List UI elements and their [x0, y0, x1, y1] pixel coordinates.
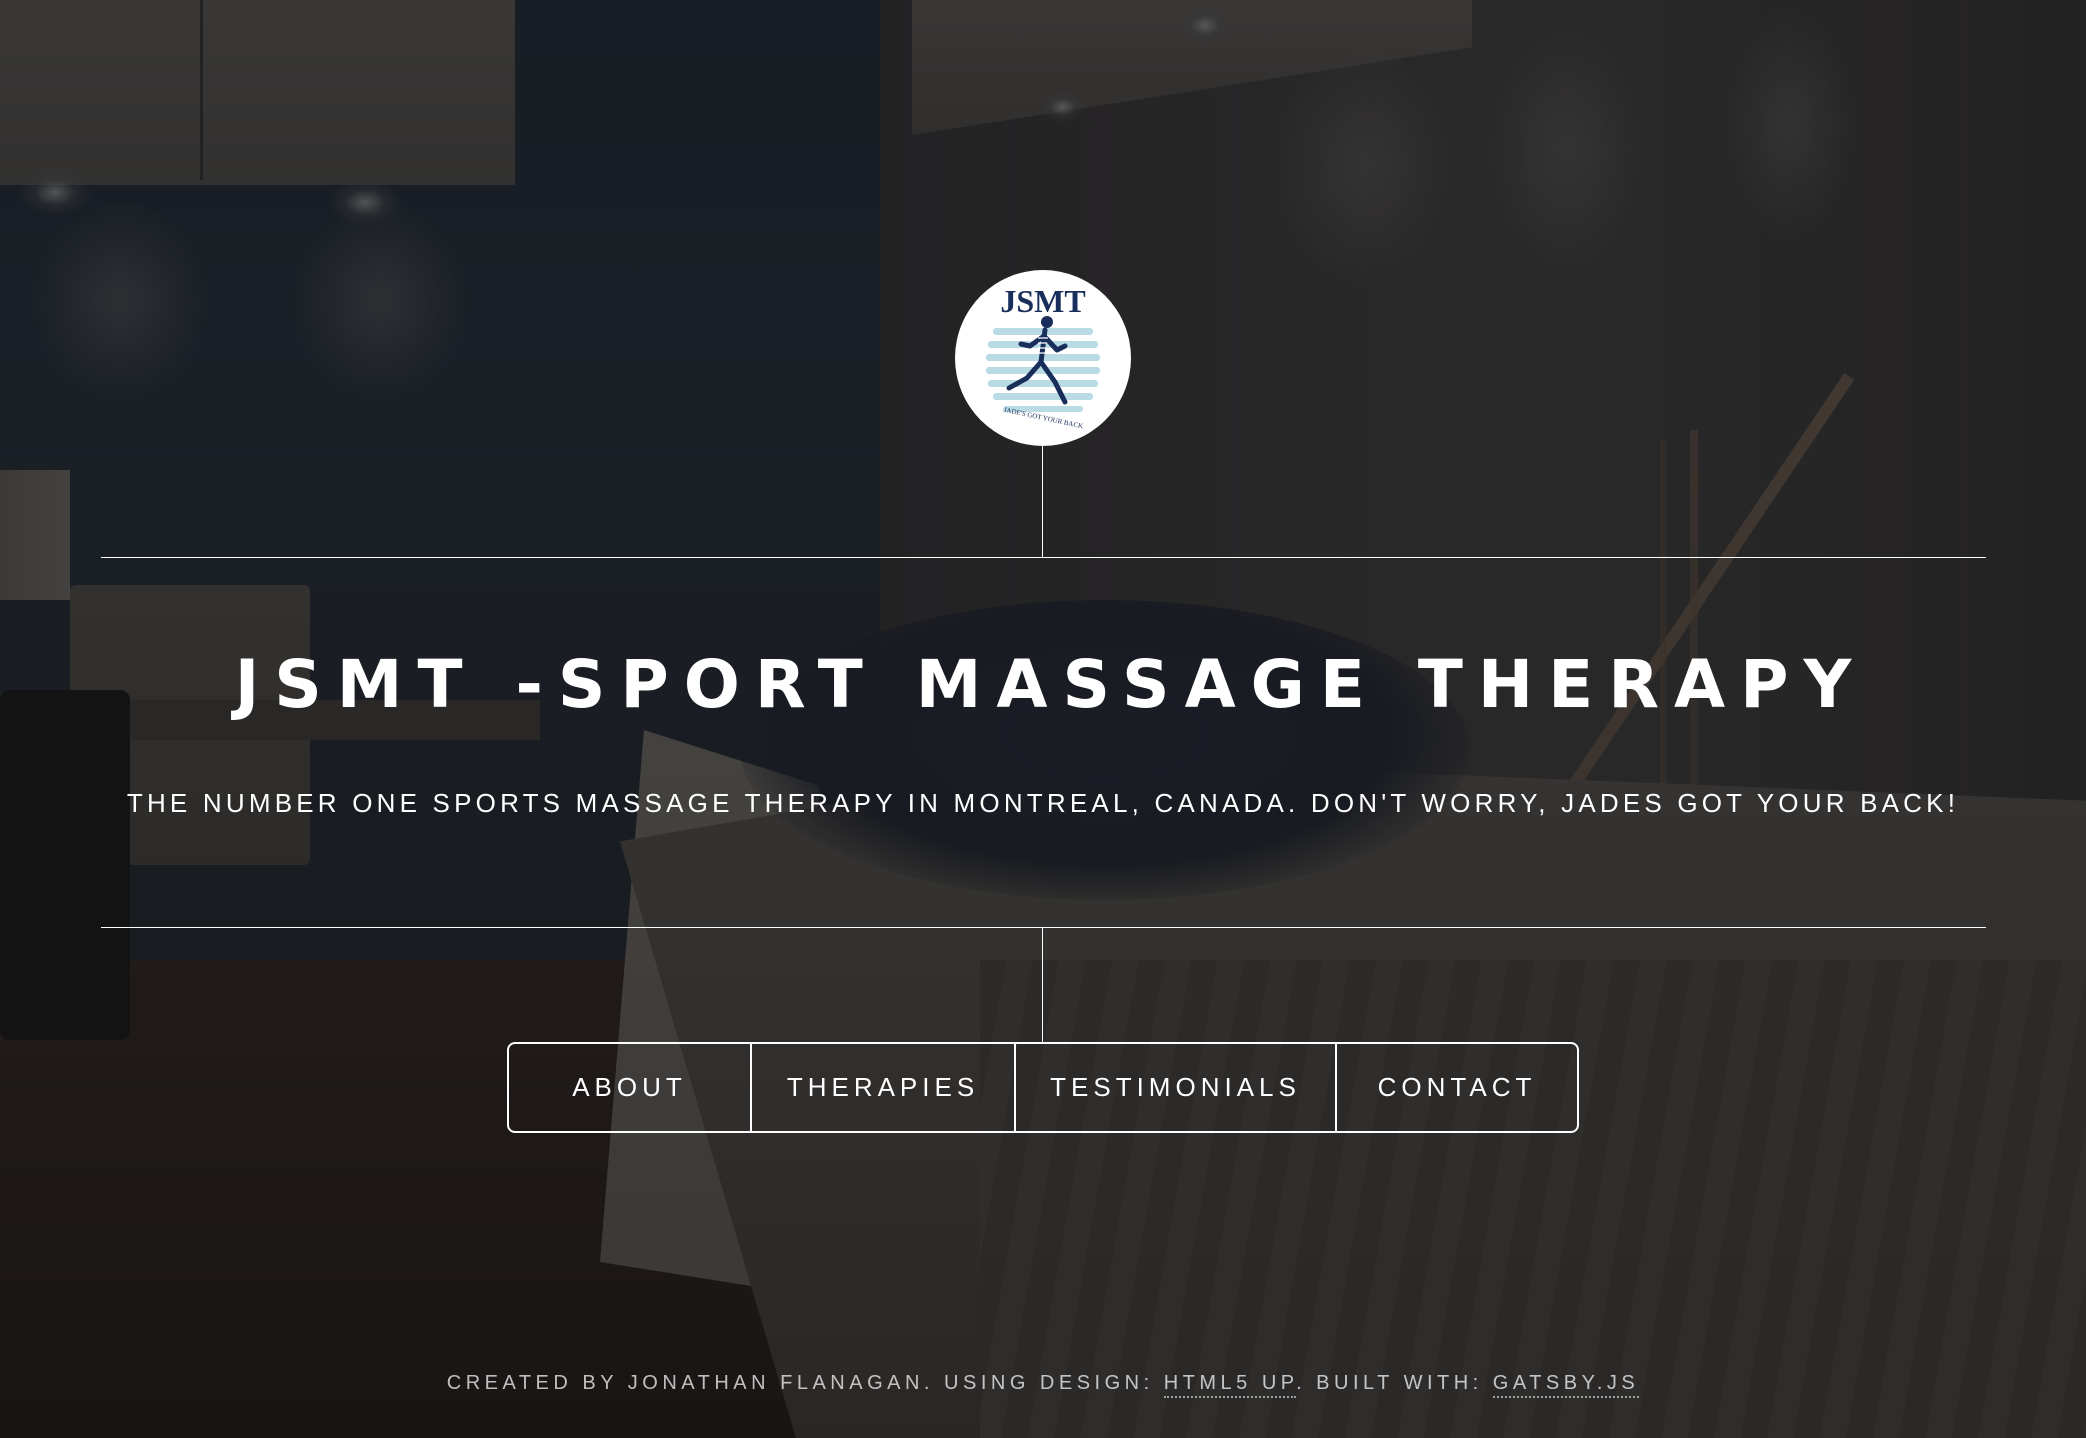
gatsby-link[interactable]: Gatsby.js [1492, 1372, 1640, 1398]
nav-item-about[interactable]: About [509, 1044, 750, 1131]
nav-item-contact[interactable]: Contact [1335, 1044, 1577, 1131]
html5up-link[interactable]: HTML5 UP [1163, 1372, 1297, 1398]
site-title: JSMT -Sport Massage Therapy [234, 646, 1867, 723]
site-logo: JSMT JADE'S GOT YOUR BACK [955, 270, 1131, 446]
site-tagline: The number one sports massage therapy in… [126, 788, 1960, 818]
footer-created-by: Created by Jonathan Flanagan. Using desi… [446, 1372, 1164, 1394]
page: JSMT JADE'S GOT YOUR BACK JSMT -Sport Ma… [0, 0, 2086, 1438]
header-divider-bottom [101, 927, 1986, 928]
runner-skeleton-icon: JSMT JADE'S GOT YOUR BACK [986, 283, 1100, 430]
logo-connector-line [1042, 446, 1043, 557]
nav-item-therapies[interactable]: Therapies [750, 1044, 1014, 1131]
nav-item-testimonials[interactable]: Testimonials [1014, 1044, 1335, 1131]
footer-built-with: . Built with: [1296, 1372, 1493, 1394]
footer-credits: Created by Jonathan Flanagan. Using desi… [0, 1372, 2086, 1398]
header-divider-top [101, 557, 1986, 558]
nav-connector-line [1042, 928, 1043, 1042]
logo-text: JSMT [1000, 283, 1085, 319]
main-nav: About Therapies Testimonials Contact [507, 1042, 1579, 1133]
